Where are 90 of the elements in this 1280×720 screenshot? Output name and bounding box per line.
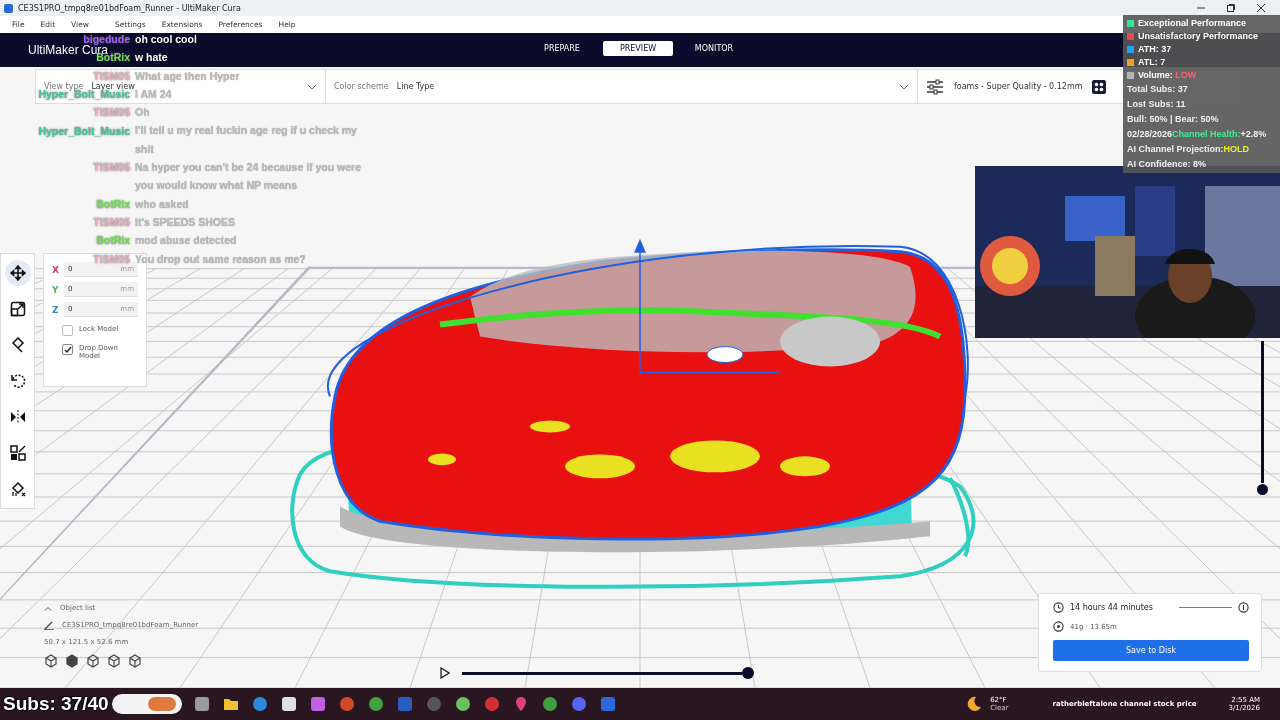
print-time: 14 hours 44 minutes <box>1070 603 1153 612</box>
app-icon[interactable] <box>310 696 326 712</box>
rotate-icon <box>9 373 26 389</box>
camera-view-icon[interactable] <box>86 654 100 668</box>
infill-icon[interactable] <box>1092 79 1107 94</box>
per-model-icon <box>9 445 26 461</box>
close-icon[interactable] <box>1256 3 1266 13</box>
settings-sliders-icon[interactable] <box>926 78 944 95</box>
chat-message: I AM 24 <box>135 87 172 102</box>
cura-app-icon[interactable] <box>600 696 616 712</box>
slider-handle[interactable] <box>1257 484 1268 495</box>
spool-icon <box>1053 621 1064 632</box>
task-view-icon[interactable] <box>194 696 210 712</box>
window-title: CE3S1PRO_tmpq8re01bdFoam_Runner - UltiMaker Cura <box>18 3 241 13</box>
browser-icon[interactable] <box>252 696 268 712</box>
chat-app-icon[interactable] <box>571 696 587 712</box>
camera-view-icon[interactable] <box>44 654 58 668</box>
chat-username: TISM05 <box>93 69 130 82</box>
chat-username: TISM05 <box>93 216 130 231</box>
stage-tab[interactable]: PREVIEW <box>603 41 673 56</box>
presentation-icon[interactable] <box>339 696 355 712</box>
camera-view-icon[interactable] <box>128 654 142 668</box>
chat-message: oh cool cool <box>135 32 197 47</box>
stat-line: AI Confidence: 8% <box>1127 158 1207 171</box>
stat-line: Lost Subs: 11 <box>1127 98 1187 111</box>
stat-line: Bull: 50% | Bear: 50% <box>1127 113 1220 126</box>
stat-line: 02/28/2026Channel Health:+2.8% <box>1127 128 1268 141</box>
chat-username: bigedude <box>83 33 130 46</box>
app-icon[interactable] <box>484 696 500 712</box>
legend-label: Unsatisfactory Performance <box>1138 30 1259 42</box>
move-tool[interactable] <box>4 260 31 286</box>
move-icon <box>9 265 26 281</box>
clock-icon <box>1053 602 1064 613</box>
color-scheme-label: Color scheme <box>334 82 389 91</box>
pencil-icon[interactable] <box>44 620 54 630</box>
chat-message: who asked <box>135 196 189 212</box>
chat-message: You drop out same reason as me? <box>135 251 306 267</box>
print-profile[interactable]: foams - Super Quality - 0.12mm <box>954 82 1083 91</box>
chat-message: What age then Hyper <box>135 68 240 82</box>
scale-icon <box>9 301 26 317</box>
camera-view-icon[interactable] <box>107 654 121 668</box>
legend-label: Volume: LOW <box>1138 69 1197 81</box>
document-icon[interactable] <box>397 696 413 712</box>
folder-icon[interactable] <box>223 696 239 712</box>
restore-icon[interactable] <box>1226 3 1236 13</box>
chat-message: It's SPEEDS SHOES <box>135 214 235 230</box>
chat-username: Hyper_Bolt_Music <box>38 124 130 139</box>
chat-username: TISM05 <box>93 161 130 176</box>
view-type-dropdown[interactable]: Layer view <box>91 82 135 91</box>
chat-message: Oh <box>135 105 150 121</box>
chat-username: BotRix <box>96 197 130 212</box>
moon-icon[interactable] <box>966 696 983 712</box>
view-type-label: View type <box>44 82 84 91</box>
mirror-icon <box>9 409 26 425</box>
vertical-layer-slider[interactable] <box>1261 341 1264 483</box>
support-icon <box>9 481 26 497</box>
stat-line: AI Channel Projection:HOLD <box>1127 143 1250 156</box>
camera-view-icon[interactable] <box>65 654 79 668</box>
app-icon[interactable] <box>455 696 471 712</box>
color-scheme-dropdown[interactable]: Line Type <box>396 82 435 91</box>
checkbox[interactable] <box>62 325 73 336</box>
legend-label: ATL: 7 <box>1138 56 1166 68</box>
layer-slider[interactable] <box>462 667 754 679</box>
paint-icon <box>9 337 26 353</box>
chat-message: I'll tell u my real fuckin age reg if u check my shit <box>135 123 358 157</box>
browser-icon[interactable] <box>368 696 384 712</box>
browser-icon[interactable] <box>542 696 558 712</box>
chat-message: mod abuse detected <box>135 233 237 249</box>
app-icon <box>4 3 13 13</box>
axis-label: Z <box>52 304 59 315</box>
search-field[interactable] <box>112 694 182 714</box>
axis-label: Y <box>52 284 59 295</box>
checkbox[interactable] <box>62 344 73 355</box>
pin-icon[interactable] <box>513 696 529 712</box>
chevron-down-icon[interactable] <box>307 83 317 90</box>
legend-label: Exceptional Performance <box>1138 17 1247 29</box>
subs-counter: Subs: 37/40 <box>3 693 109 715</box>
chat-message: w hate <box>135 50 168 66</box>
save-to-disk-button[interactable]: Save to Disk <box>1053 640 1249 661</box>
chat-username: TISM05 <box>93 106 130 121</box>
store-icon[interactable] <box>281 696 297 712</box>
chat-username: BotRix <box>96 234 130 249</box>
stage-tab[interactable]: MONITOR <box>679 41 749 56</box>
chevron-down-icon[interactable] <box>899 83 909 90</box>
stat-line: Total Subs: 37 <box>1127 83 1189 96</box>
axis-label: X <box>52 264 59 275</box>
play-icon[interactable] <box>440 667 450 679</box>
stage-tab[interactable]: PREPARE <box>527 41 597 56</box>
legend-label: ATH: 37 <box>1138 43 1172 55</box>
info-icon[interactable] <box>1238 602 1249 613</box>
